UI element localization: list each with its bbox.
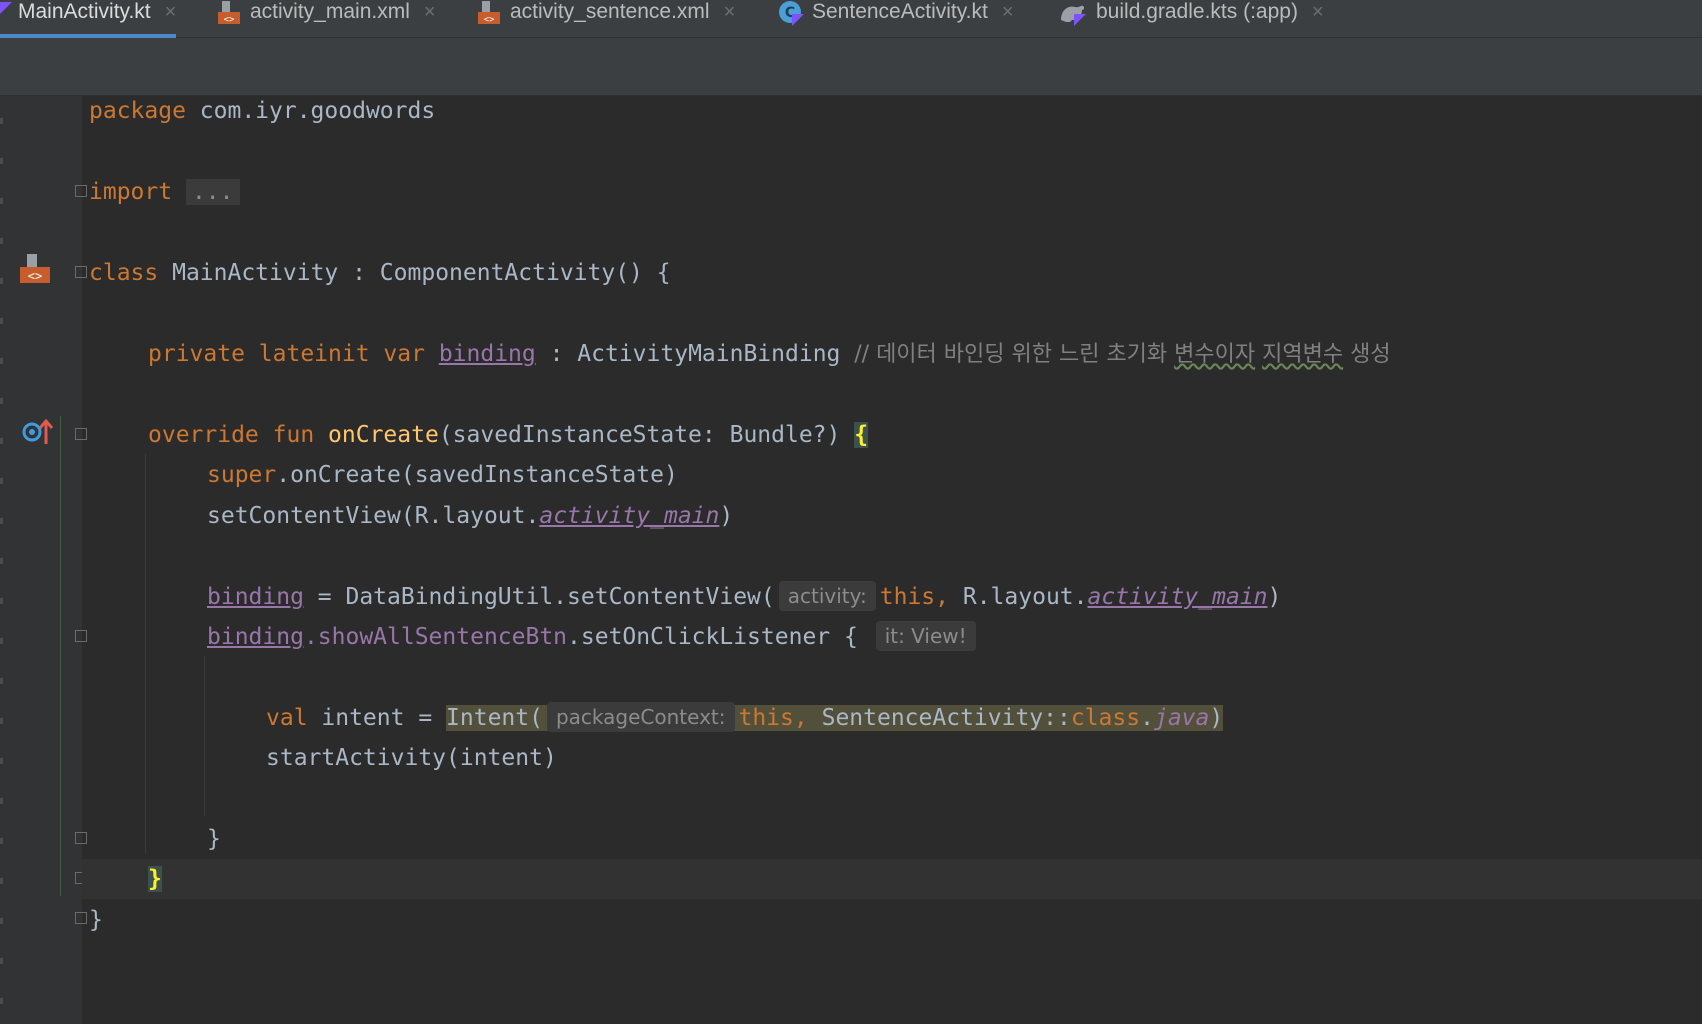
close-icon[interactable]: × bbox=[165, 0, 177, 24]
closing-brace: } bbox=[207, 826, 221, 852]
tab-activity-sentence-xml[interactable]: <> activity_sentence.xml × bbox=[476, 0, 735, 37]
svg-text:<>: <> bbox=[484, 15, 495, 25]
lambda-hint: it: View! bbox=[875, 621, 976, 651]
code-line[interactable]: private lateinit var binding : ActivityM… bbox=[0, 334, 1702, 374]
java-property: java bbox=[1153, 705, 1210, 731]
kotlin-class-icon: C bbox=[778, 0, 804, 26]
close-icon[interactable]: × bbox=[1002, 0, 1014, 24]
keyword: import bbox=[89, 179, 173, 205]
dot: . bbox=[1140, 705, 1154, 731]
keyword: val bbox=[266, 705, 308, 731]
code-line[interactable]: binding = DataBindingUtil.setContentView… bbox=[0, 577, 1702, 617]
keyword: class bbox=[1070, 705, 1141, 731]
gradle-icon bbox=[1058, 0, 1088, 26]
tab-label: activity_sentence.xml bbox=[510, 0, 710, 23]
code-line[interactable]: val intent = Intent(packageContext: this,… bbox=[0, 698, 1702, 738]
method-call: setContentView(R.layout. bbox=[207, 503, 540, 529]
code-line[interactable]: override fun onCreate(savedInstanceState… bbox=[0, 415, 1702, 455]
package-name: com.iyr.goodwords bbox=[185, 98, 436, 124]
parameters: (savedInstanceState: Bundle?) bbox=[438, 422, 855, 448]
keyword: class bbox=[89, 260, 159, 286]
property-binding: binding bbox=[207, 584, 304, 610]
paren: ) bbox=[1209, 705, 1224, 731]
code-line[interactable]: class MainActivity : ComponentActivity()… bbox=[0, 253, 1702, 293]
code-line[interactable]: setContentView(R.layout.activity_main) bbox=[0, 496, 1702, 536]
keyword: super bbox=[207, 462, 277, 488]
assignment: = DataBindingUtil.setContentView( bbox=[303, 584, 775, 610]
keyword: private lateinit var bbox=[148, 341, 425, 367]
code-line[interactable]: } bbox=[0, 819, 1702, 859]
view-reference: .showAllSentenceBtn bbox=[303, 624, 568, 650]
method-call: .setOnClickListener { bbox=[567, 624, 872, 650]
code-line[interactable]: package com.iyr.goodwords bbox=[0, 91, 1702, 131]
closing-brace: } bbox=[89, 907, 103, 933]
property-binding: binding bbox=[207, 624, 304, 650]
code-editor[interactable]: <> package com.iyr.goodwords import ... … bbox=[0, 96, 1702, 1024]
layout-class: R.layout. bbox=[949, 584, 1088, 610]
tab-activity-main-xml[interactable]: <> activity_main.xml × bbox=[216, 0, 436, 37]
keyword: package bbox=[89, 98, 186, 124]
comment: 생성 bbox=[1343, 342, 1391, 367]
editor-tab-bar: MainActivity.kt × <> activity_main.xml ×… bbox=[0, 0, 1702, 38]
comment: // 데이터 바인딩 위한 느린 초기화 bbox=[854, 342, 1175, 367]
variable: intent = bbox=[307, 705, 447, 731]
svg-text:<>: <> bbox=[224, 15, 235, 25]
paren: ) bbox=[1267, 584, 1282, 610]
code-line[interactable]: } bbox=[0, 900, 1702, 940]
kotlin-file-icon bbox=[0, 0, 12, 26]
editor-breadcrumb-bar bbox=[0, 38, 1702, 96]
tab-label: MainActivity.kt bbox=[18, 0, 151, 23]
xml-layout-icon: <> bbox=[216, 0, 242, 26]
close-icon[interactable]: × bbox=[424, 0, 436, 24]
comment-typo: 지역변수 bbox=[1262, 342, 1344, 367]
parameter-hint: activity: bbox=[778, 581, 876, 611]
keyword: override fun bbox=[148, 422, 315, 448]
current-code-line[interactable]: } bbox=[82, 859, 1702, 899]
tab-label: build.gradle.kts (:app) bbox=[1096, 0, 1298, 23]
xml-layout-icon: <> bbox=[476, 0, 502, 26]
constructor-call: Intent( bbox=[446, 705, 543, 731]
matched-brace: { bbox=[854, 422, 869, 448]
tab-build-gradle-kts[interactable]: build.gradle.kts (:app) × bbox=[1058, 0, 1324, 37]
matched-brace: } bbox=[148, 866, 162, 892]
code-line[interactable]: binding.showAllSentenceBtn.setOnClickLis… bbox=[0, 617, 1702, 657]
class-declaration: MainActivity : ComponentActivity() { bbox=[158, 260, 671, 286]
folded-imports[interactable]: ... bbox=[185, 179, 240, 205]
close-icon[interactable]: × bbox=[1312, 0, 1324, 24]
code-line[interactable]: startActivity(intent) bbox=[0, 738, 1702, 778]
close-icon[interactable]: × bbox=[724, 0, 736, 24]
comment-typo: 변수이자 bbox=[1174, 342, 1256, 367]
keyword: this, bbox=[879, 584, 950, 610]
layout-reference: activity_main bbox=[1087, 584, 1268, 610]
parameter-hint: packageContext: bbox=[546, 702, 735, 732]
function-name: onCreate bbox=[328, 422, 439, 448]
layout-reference: activity_main bbox=[539, 503, 720, 529]
tab-sentenceactivity-kt[interactable]: C SentenceActivity.kt × bbox=[778, 0, 1014, 37]
highlighted-expression: Intent(packageContext: this, SentenceActi… bbox=[446, 702, 1224, 732]
paren: ) bbox=[719, 503, 734, 529]
method-call: startActivity(intent) bbox=[266, 745, 557, 771]
tab-mainactivity-kt[interactable]: MainActivity.kt × bbox=[0, 0, 177, 38]
property-binding: binding bbox=[438, 341, 536, 367]
keyword: this, bbox=[738, 705, 808, 731]
code-line[interactable]: super.onCreate(savedInstanceState) bbox=[0, 455, 1702, 495]
class-reference: SentenceActivity:: bbox=[807, 705, 1071, 731]
method-call: .onCreate(savedInstanceState) bbox=[276, 462, 678, 488]
tab-label: activity_main.xml bbox=[250, 0, 410, 23]
code-line[interactable]: import ... bbox=[0, 172, 1702, 212]
type-annotation: : ActivityMainBinding bbox=[535, 341, 855, 367]
tab-label: SentenceActivity.kt bbox=[812, 0, 988, 23]
